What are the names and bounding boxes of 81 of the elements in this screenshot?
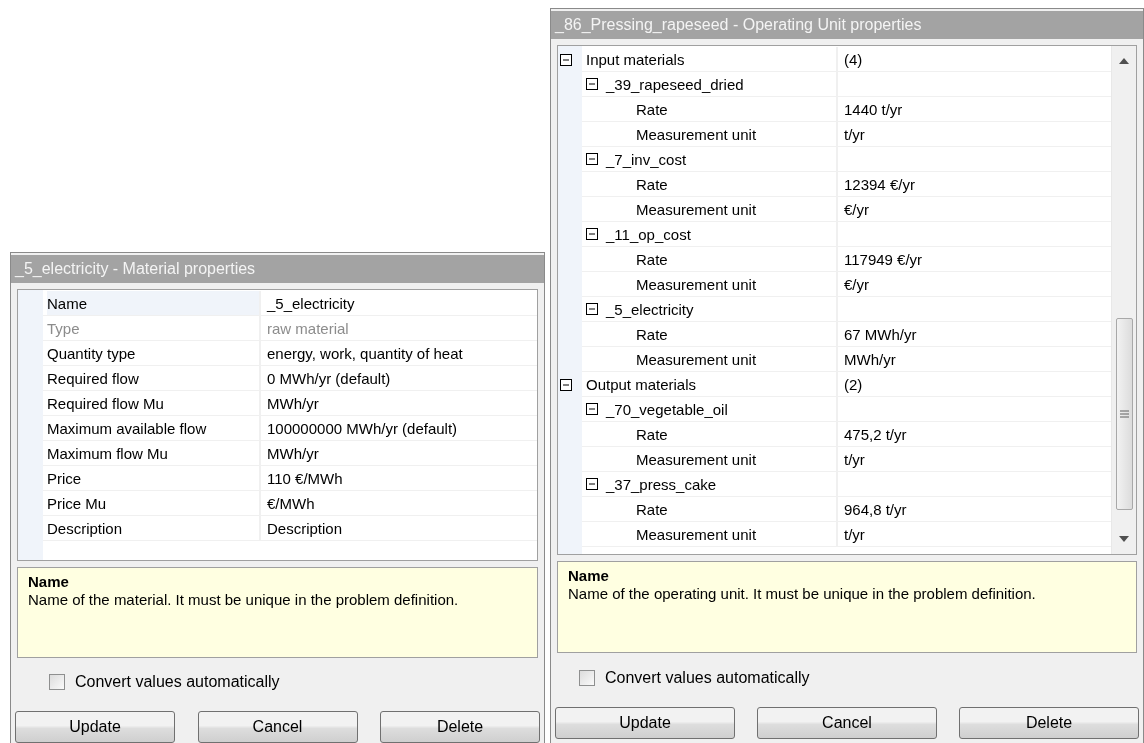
checkbox[interactable] [49,674,65,691]
checkbox-label: Convert values automatically [75,673,280,692]
property-label[interactable]: Description [47,516,123,540]
scrollbar[interactable] [1111,46,1136,554]
property-label[interactable]: Rate [636,97,668,121]
property-label[interactable]: Measurement unit [636,347,757,371]
property-value: 1440 t/yr [844,100,903,118]
property-value: €/yr [844,275,869,293]
collapse-icon[interactable] [586,303,598,315]
property-value: 964,8 t/yr [844,500,907,518]
property-value: MWh/yr [844,350,896,368]
property-label[interactable]: Maximum available flow [47,416,207,440]
property-label[interactable]: Name [47,291,259,315]
property-label[interactable]: Measurement unit [636,522,757,546]
property-label[interactable]: Measurement unit [636,122,757,146]
property-value[interactable]: 100000000 MWh/yr (default) [261,416,537,441]
checkbox[interactable] [579,670,595,686]
property-value: 475,2 t/yr [844,425,907,443]
property-value: (4) [844,50,863,68]
tree-node-label[interactable]: _11_op_cost [606,222,691,246]
property-label[interactable]: Rate [636,247,668,271]
tree-node-label[interactable]: _37_press_cake [606,472,717,496]
property-value: t/yr [844,125,865,143]
cancel-button[interactable]: Cancel [197,711,358,743]
property-label[interactable]: Measurement unit [636,447,757,471]
help-text: Name of the material. It must be unique in the problem definition. [28,590,459,610]
property-value: t/yr [844,450,865,468]
property-value[interactable]: _5_electricity [261,291,537,316]
scrollbar-thumb[interactable] [1115,318,1133,510]
property-label[interactable]: Rate [636,497,668,521]
scroll-down-icon[interactable] [1119,536,1129,542]
tree-node-label[interactable]: _5_electricity [606,297,694,321]
tree-node-label[interactable]: Input materials [586,47,685,71]
property-label[interactable]: Price [47,466,82,490]
property-label[interactable]: Rate [636,172,668,196]
delete-button[interactable]: Delete [959,707,1139,739]
property-label[interactable]: Required flow Mu [47,391,164,415]
help-title: Name [568,567,609,584]
property-label[interactable]: Rate [636,322,668,346]
property-value: 117949 €/yr [844,250,923,268]
property-value[interactable]: Description [261,516,537,541]
property-label[interactable]: Quantity type [47,341,136,365]
property-label[interactable]: Price Mu [47,491,107,515]
update-button[interactable]: Update [555,707,735,739]
property-value: €/yr [844,200,869,218]
property-value: t/yr [844,525,865,543]
collapse-icon[interactable] [560,53,572,66]
collapse-icon[interactable] [560,378,572,391]
collapse-icon[interactable] [586,153,598,165]
panel-title: _5_electricity - Material properties [11,255,544,283]
tree-node-label[interactable]: _70_vegetable_oil [606,397,728,421]
property-value[interactable]: €/MWh [261,491,537,516]
property-label[interactable]: Measurement unit [636,197,757,221]
delete-button[interactable]: Delete [380,711,540,743]
checkbox-label: Convert values automatically [605,669,810,687]
collapse-icon[interactable] [586,228,598,240]
property-value[interactable]: MWh/yr [261,441,537,466]
property-label[interactable]: Required flow [47,366,139,390]
help-title: Name [28,573,69,590]
grip-icon [1119,410,1129,418]
property-label[interactable]: Measurement unit [636,272,757,296]
tree-node-label[interactable]: Output materials [586,372,697,396]
property-value: 12394 €/yr [844,175,915,193]
property-value[interactable]: MWh/yr [261,391,537,416]
collapse-icon[interactable] [586,78,598,90]
property-value: 67 MWh/yr [844,325,917,343]
help-text: Name of the operating unit. It must be unique in the problem definition. [568,584,1036,604]
update-button[interactable]: Update [15,711,175,743]
cancel-button[interactable]: Cancel [757,707,937,739]
panel-title: _86_Pressing_rapeseed - Operating Unit properties [551,11,1143,39]
property-label[interactable]: Maximum flow Mu [47,441,168,465]
tree-node-label[interactable]: _39_rapeseed_dried [606,72,744,96]
collapse-icon[interactable] [586,403,598,415]
scroll-up-icon[interactable] [1119,58,1129,64]
property-value[interactable]: energy, work, quantity of heat [261,341,537,366]
property-value[interactable]: 0 MWh/yr (default) [261,366,537,391]
property-value: (2) [844,375,863,393]
collapse-icon[interactable] [586,478,598,490]
property-label[interactable]: Rate [636,422,668,446]
tree-node-label[interactable]: _7_inv_cost [606,147,687,171]
property-value[interactable]: 110 €/MWh [261,466,537,491]
